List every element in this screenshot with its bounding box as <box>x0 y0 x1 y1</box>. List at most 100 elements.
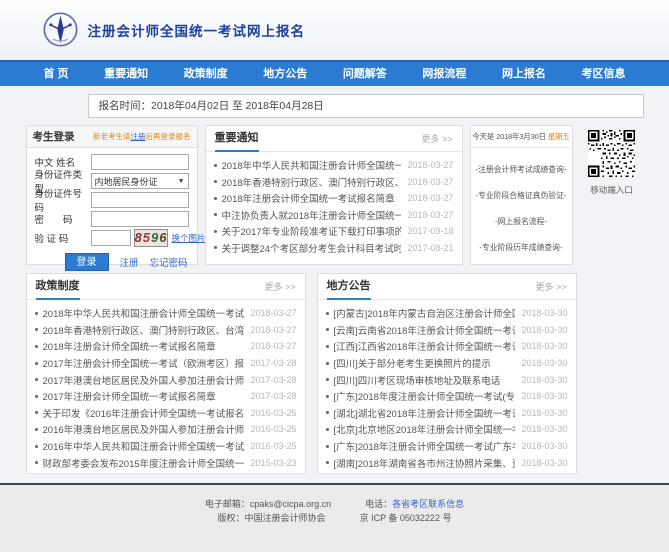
list-item[interactable]: 关于印发《2016年注册会计师全国统一考试报名简章》的通...2016-03-2… <box>35 405 297 422</box>
nav-item-process[interactable]: 网报流程 <box>418 62 470 86</box>
news-date: 2018-03-27 <box>250 308 296 318</box>
cicpa-logo-icon <box>42 11 79 48</box>
nav-item-signup[interactable]: 网上报名 <box>498 62 550 86</box>
news-title[interactable]: 2017年港澳台地区居民及外国人参加注册会计师全国统一考... <box>43 373 245 387</box>
news-title[interactable]: 中注协负责人就2018年注册会计师全国统一考试报名相关事... <box>222 208 402 222</box>
list-item[interactable]: 2018年注册会计师全国统一考试报名简章2018-03-27 <box>35 338 297 355</box>
list-item[interactable]: [四川]四川考区现场审核地址及联系电话2018-03-30 <box>326 371 568 388</box>
history-score-link[interactable]: -专业阶段历年成绩查询- <box>471 242 572 253</box>
news-title[interactable]: 关于印发《2016年注册会计师全国统一考试报名简章》的通... <box>43 406 245 420</box>
list-item[interactable]: 2018年注册会计师全国统一考试报名简章2018-03-27 <box>214 190 454 207</box>
news-title[interactable]: 2018年中华人民共和国注册会计师全国统一考试（欧洲考区... <box>222 158 402 172</box>
news-title[interactable]: [广东]2018年度注册会计师全国统一考试(专业阶段)广... <box>334 389 516 403</box>
news-title[interactable]: [广东]2018年注册会计师全国统一考试广东考区报名简章 <box>334 439 516 453</box>
bullet-icon <box>214 213 217 216</box>
password-input[interactable] <box>91 211 189 227</box>
news-title[interactable]: [湖北]湖北省2018年注册会计师全国统一考试报名简章 <box>334 406 516 420</box>
nav-item-local[interactable]: 地方公告 <box>259 62 311 86</box>
list-item[interactable]: 中注协负责人就2018年注册会计师全国统一考试报名相关事...2018-03-2… <box>214 207 454 224</box>
news-title[interactable]: 2016年中华人民共和国注册会计师全国统一考试（欧洲考区... <box>43 439 245 453</box>
list-item[interactable]: [湖南]2018年湖南省各市州注协照片采集、资格审核地址... 2018-03-3… <box>326 454 568 471</box>
list-item[interactable]: 2017年港澳台地区居民及外国人参加注册会计师全国统一考...2017-03-2… <box>35 371 297 388</box>
nav-item-faq[interactable]: 问题解答 <box>339 62 391 86</box>
news-title[interactable]: [四川]关于部分老考生更换照片的提示 <box>334 356 516 370</box>
list-item[interactable]: 2016年中华人民共和国注册会计师全国统一考试（欧洲考区...2016-03-2… <box>35 438 297 455</box>
list-item[interactable]: 关于调整24个考区部分考生会计科目考试时间的通告2017-08-21 <box>214 240 454 257</box>
id-number-input[interactable] <box>91 192 189 208</box>
captcha-image[interactable]: 8596 <box>134 229 169 247</box>
bullet-icon <box>326 411 329 414</box>
news-title[interactable]: 2017年注册会计师全国统一考试（欧洲考区）报名简章 <box>43 356 245 370</box>
bullet-icon <box>214 197 217 200</box>
bullet-icon <box>326 428 329 431</box>
nav-item-policies[interactable]: 政策制度 <box>180 62 232 86</box>
today-prefix: 今天是 <box>472 131 494 142</box>
news-title[interactable]: [北京]北京地区2018年注册会计师全国统一考试报名实施... <box>334 422 516 436</box>
certificate-verify-link[interactable]: -专业阶段合格证真伪验证- <box>471 190 572 201</box>
list-item[interactable]: 2018年香港特别行政区、澳门特别行政区、台湾地区居民及...2018-03-2… <box>35 322 297 339</box>
main-nav: 首 页 重要通知 政策制度 地方公告 问题解答 网报流程 网上报名 考区信息 <box>0 60 669 86</box>
nav-item-examarea[interactable]: 考区信息 <box>578 62 630 86</box>
bullet-icon <box>35 328 38 331</box>
news-title[interactable]: 2018年注册会计师全国统一考试报名简章 <box>222 191 402 205</box>
news-title[interactable]: [江西]江西省2018年注册会计师全国统一考试报名简章 <box>334 339 516 353</box>
list-item[interactable]: [广东]2018年注册会计师全国统一考试广东考区报名简章2018-03-30 <box>326 438 568 455</box>
register-button[interactable]: 注册 <box>120 255 139 269</box>
news-date: 2018-03-30 <box>521 325 567 335</box>
name-input[interactable] <box>91 154 189 170</box>
news-date: 2018-03-30 <box>521 341 567 351</box>
list-item[interactable]: 2016年港澳台地区居民及外国人参加注册会计师全国统一考...2016-03-2… <box>35 421 297 438</box>
login-button[interactable]: 登录 <box>65 253 109 271</box>
news-title[interactable]: 财政部考委会发布2015年度注册会计师全国统一考试（欧洲... <box>43 456 245 470</box>
list-item[interactable]: [湖北]湖北省2018年注册会计师全国统一考试报名简章2018-03-30 <box>326 405 568 422</box>
nav-item-notices[interactable]: 重要通知 <box>100 62 152 86</box>
notice-prefix: 新老考生请 <box>93 132 131 141</box>
register-link-inline[interactable]: 注册 <box>131 132 146 141</box>
list-item[interactable]: [四川]关于部分老考生更换照片的提示2018-03-30 <box>326 355 568 372</box>
captcha-refresh-link[interactable]: 换个图片 <box>171 232 205 244</box>
bullet-icon <box>326 395 329 398</box>
list-item[interactable]: [北京]北京地区2018年注册会计师全国统一考试报名实施...2018-03-3… <box>326 421 568 438</box>
bullet-icon <box>214 246 217 249</box>
news-title[interactable]: 关于2017年专业阶段准考证下载打印事项的提醒 <box>222 224 402 238</box>
news-date: 2018-03-27 <box>407 160 453 170</box>
id-type-select[interactable]: 内地居民身份证 ▼ <box>91 173 189 189</box>
news-title[interactable]: [四川]四川考区现场审核地址及联系电话 <box>334 373 516 387</box>
captcha-input[interactable] <box>91 230 131 246</box>
more-link[interactable]: 更多 >> <box>535 280 566 293</box>
news-title[interactable]: 2018年香港特别行政区、澳门特别行政区、台湾地区居民及... <box>222 175 402 189</box>
news-title[interactable]: 2018年香港特别行政区、澳门特别行政区、台湾地区居民及... <box>43 323 245 337</box>
bullet-icon <box>35 445 38 448</box>
list-item[interactable]: [江西]江西省2018年注册会计师全国统一考试报名简章 2018-03-30 <box>326 338 568 355</box>
news-title[interactable]: 2016年港澳台地区居民及外国人参加注册会计师全国统一考... <box>43 422 245 436</box>
more-link[interactable]: 更多 >> <box>264 280 295 293</box>
list-item[interactable]: 关于2017年专业阶段准考证下载打印事项的提醒2017-09-18 <box>214 223 454 240</box>
qr-code-image <box>588 130 635 177</box>
news-title[interactable]: 2017年注册会计师全国统一考试报名简章 <box>43 389 245 403</box>
news-date: 2018-03-27 <box>407 177 453 187</box>
news-title[interactable]: 关于调整24个考区部分考生会计科目考试时间的通告 <box>222 241 402 255</box>
bullet-icon <box>35 411 38 414</box>
news-title[interactable]: 2018年注册会计师全国统一考试报名简章 <box>43 339 245 353</box>
list-item[interactable]: [云南]云南省2018年注册会计师全国统一考试报名简章 2018-03-30 <box>326 322 568 339</box>
list-item[interactable]: 2018年中华人民共和国注册会计师全国统一考试（欧洲考区... 2018-03-2… <box>214 157 454 174</box>
more-link[interactable]: 更多 >> <box>421 132 452 145</box>
list-item[interactable]: [内蒙古]2018年内蒙古自治区注册会计师全国统一考试报...2018-03-3… <box>326 305 568 322</box>
news-title[interactable]: 2018年中华人民共和国注册会计师全国统一考试（欧洲考区... <box>43 306 245 320</box>
news-title[interactable]: [云南]云南省2018年注册会计师全国统一考试报名简章 <box>334 323 516 337</box>
exam-area-contact-link[interactable]: 各省考区联系信息 <box>392 499 464 509</box>
news-title[interactable]: [湖南]2018年湖南省各市州注协照片采集、资格审核地址... <box>334 456 516 470</box>
list-item[interactable]: [广东]2018年度注册会计师全国统一考试(专业阶段)广...2018-03-3… <box>326 388 568 405</box>
score-query-link[interactable]: -注册会计师考试成绩查询- <box>471 164 572 175</box>
news-date: 2018-03-30 <box>521 458 567 468</box>
nav-item-home[interactable]: 首 页 <box>40 62 73 86</box>
list-item[interactable]: 2018年中华人民共和国注册会计师全国统一考试（欧洲考区... 2018-03-2… <box>35 305 297 322</box>
list-item[interactable]: 2018年香港特别行政区、澳门特别行政区、台湾地区居民及... 2018-03-2… <box>214 174 454 191</box>
list-item[interactable]: 财政部考委会发布2015年度注册会计师全国统一考试（欧洲...2015-03-2… <box>35 454 297 471</box>
list-item[interactable]: 2017年注册会计师全国统一考试（欧洲考区）报名简章2017-03-28 <box>35 355 297 372</box>
chevron-down-icon: ▼ <box>178 178 185 185</box>
forgot-password-link[interactable]: 忘记密码 <box>150 255 188 269</box>
news-title[interactable]: [内蒙古]2018年内蒙古自治区注册会计师全国统一考试报... <box>334 306 516 320</box>
process-link[interactable]: -网上报名流程- <box>471 216 572 227</box>
list-item[interactable]: 2017年注册会计师全国统一考试报名简章2017-03-28 <box>35 388 297 405</box>
